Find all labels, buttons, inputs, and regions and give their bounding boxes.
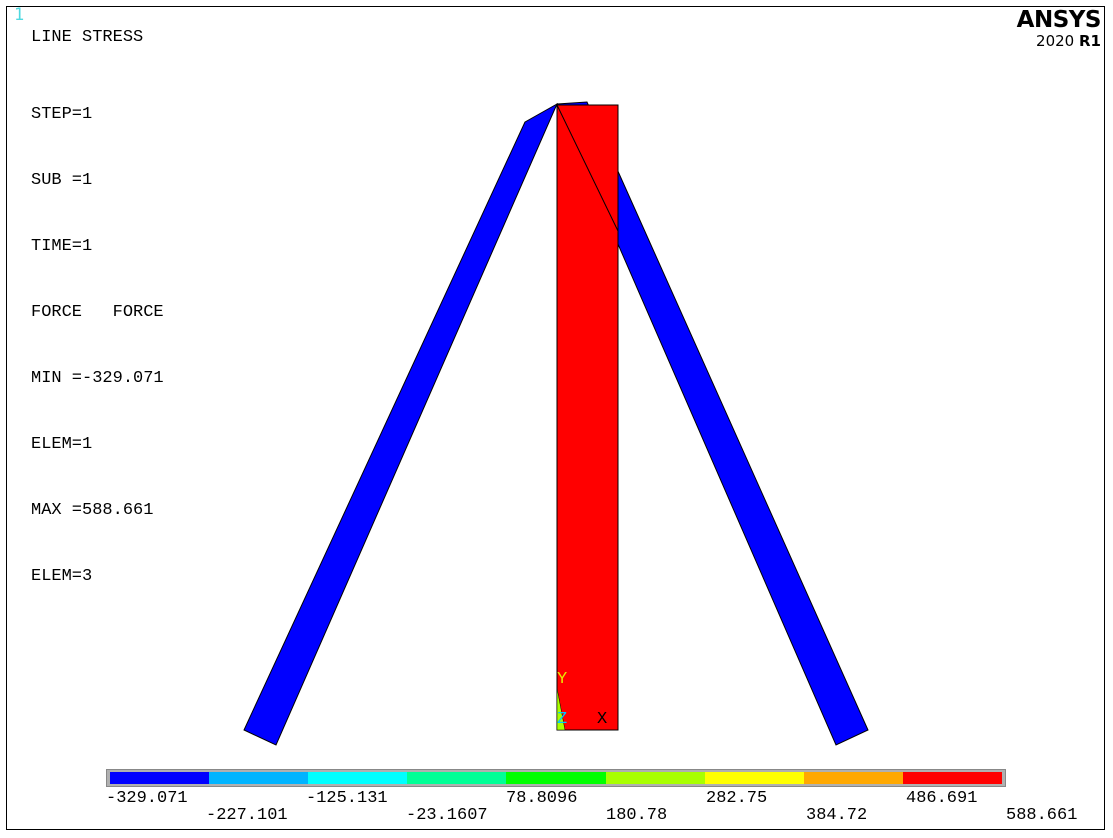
triad-x-label: X (597, 710, 607, 729)
contour-legend (106, 769, 1006, 787)
legend-band-1 (110, 772, 210, 784)
legend-band-5 (506, 772, 606, 784)
legend-label-1: -329.071 (106, 789, 188, 808)
legend-label-9: 486.691 (906, 789, 978, 808)
legend-label-4: -23.1607 (406, 806, 488, 825)
legend-band-6 (605, 772, 705, 784)
legend-band-8 (803, 772, 903, 784)
legend-label-10: 588.661 (1006, 806, 1078, 825)
legend-label-3: -125.131 (306, 789, 388, 808)
legend-label-8: 384.72 (806, 806, 868, 825)
legend-label-7: 282.75 (706, 789, 768, 808)
legend-band-2 (209, 772, 309, 784)
legend-band-3 (308, 772, 408, 784)
legend-band-7 (704, 772, 804, 784)
model-view[interactable]: Y Z X (0, 0, 1113, 838)
element-3-column[interactable] (556, 104, 619, 731)
legend-label-6: 180.78 (606, 806, 668, 825)
legend-label-5: 78.8096 (506, 789, 578, 808)
element-1-left-strut[interactable] (243, 102, 559, 746)
triad-z-label: Z (557, 710, 567, 729)
legend-label-2: -227.101 (206, 806, 288, 825)
legend-band-9 (902, 772, 1002, 784)
triad-y-label: Y (557, 670, 567, 689)
legend-band-4 (407, 772, 507, 784)
